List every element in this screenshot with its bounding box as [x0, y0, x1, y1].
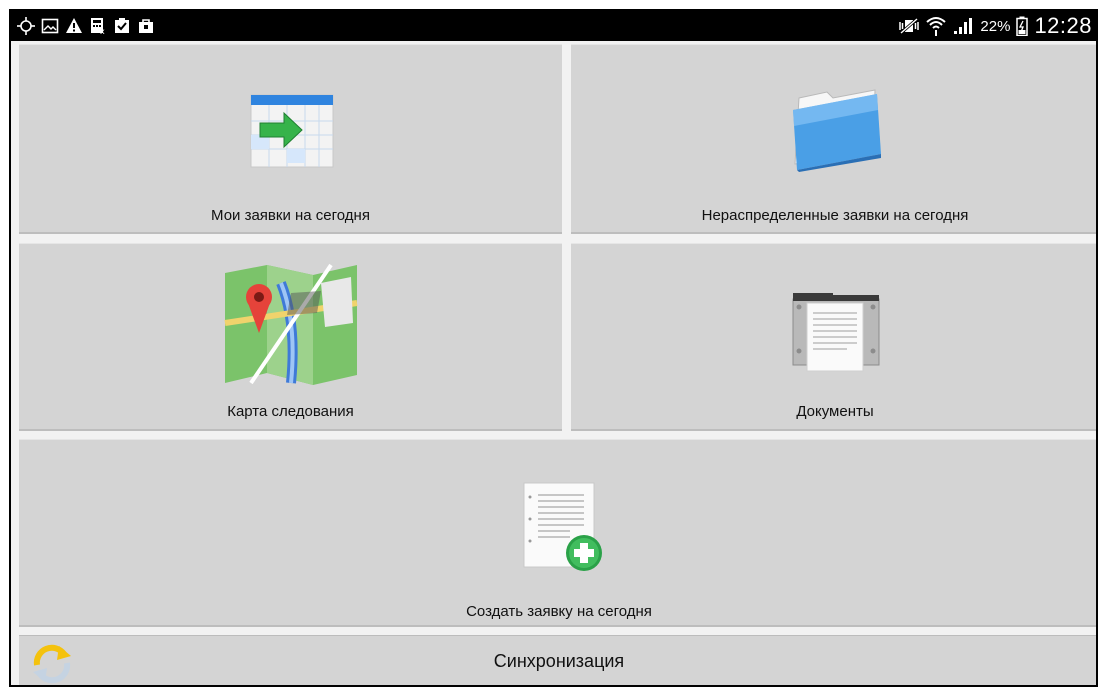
map-pin-icon [224, 263, 357, 385]
create-request-today-tile[interactable]: Создать заявку на сегодня [19, 439, 1096, 627]
tile-label: Нераспределенные заявки на сегодня [701, 207, 969, 224]
status-left-icons: x [17, 15, 155, 37]
warning-icon [66, 18, 82, 33]
battery-percent: 22% [980, 17, 1011, 35]
svg-text:x: x [100, 27, 105, 35]
app-window: x 22% 12:28 Мои заявки на сегодня Нерасп… [9, 9, 1098, 687]
documents-tray-icon [792, 293, 880, 372]
document-add-icon [523, 482, 602, 571]
shop-bag-icon [139, 19, 153, 33]
battery-icon [1016, 16, 1029, 36]
vibrate-mute-icon [899, 17, 920, 35]
clock: 12:28 [1034, 13, 1092, 38]
calculator-icon: x [91, 18, 105, 35]
location-icon [17, 17, 35, 35]
sync-button[interactable]: Синхронизация [19, 635, 1096, 685]
tile-label: Мои заявки на сегодня [211, 207, 370, 224]
status-bar: x 22% 12:28 [11, 11, 1096, 41]
wifi-icon [926, 17, 947, 36]
calendar-arrow-icon [250, 94, 333, 168]
sync-label: Синхронизация [493, 651, 625, 671]
tile-label: Создать заявку на сегодня [466, 603, 652, 620]
route-map-tile[interactable]: Карта следования [19, 243, 562, 431]
my-requests-today-tile[interactable]: Мои заявки на сегодня [19, 44, 562, 234]
documents-tile[interactable]: Документы [571, 243, 1096, 431]
folder-icon [793, 89, 881, 172]
tile-label: Документы [796, 403, 874, 420]
signal-icon [954, 18, 973, 34]
clipboard-check-icon [115, 18, 129, 33]
unassigned-requests-today-tile[interactable]: Нераспределенные заявки на сегодня [571, 44, 1096, 234]
status-right-icons: 22% 12:28 [898, 11, 1092, 41]
tile-label: Карта следования [227, 403, 354, 420]
image-icon [41, 18, 59, 34]
